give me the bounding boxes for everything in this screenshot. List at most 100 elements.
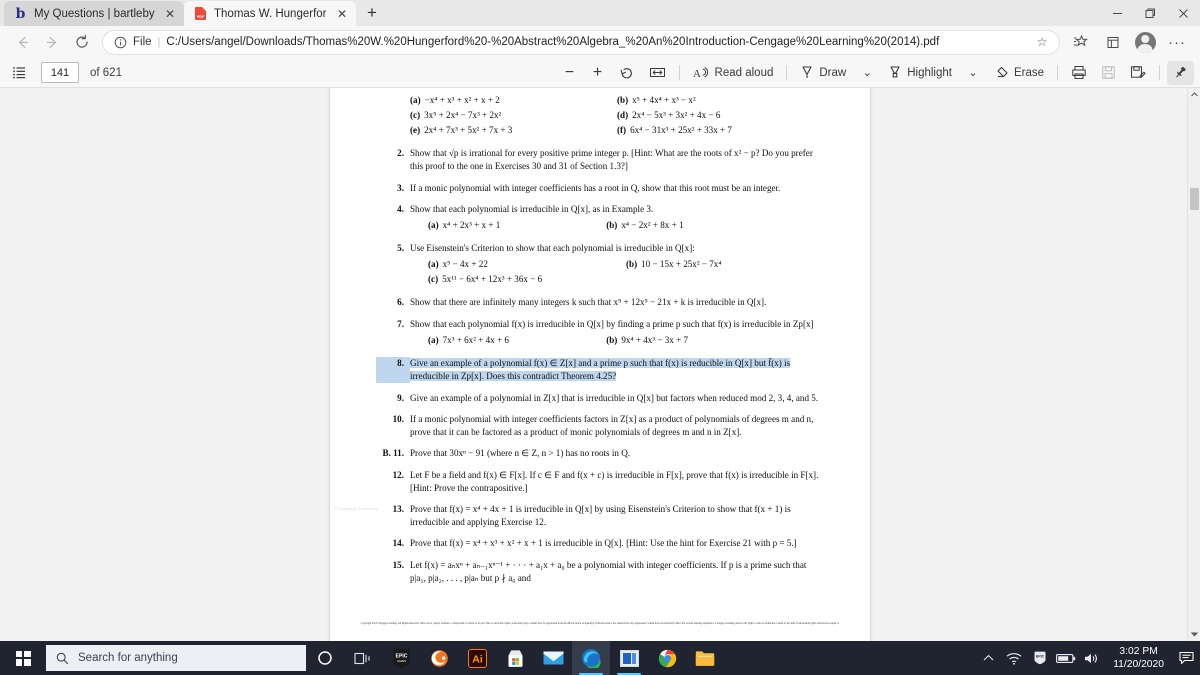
pin-icon[interactable] xyxy=(1167,60,1194,85)
taskbar-search-input[interactable]: Search for anything xyxy=(46,645,306,671)
mail-icon[interactable] xyxy=(534,641,572,675)
exercise-text: Prove that 30xⁿ − 91 (where n ∈ Z, n > 1… xyxy=(410,448,631,459)
pdf-viewer-canvas[interactable]: (a) −x⁴ + x³ + x² + x + 2 (b) x⁵ + 4x⁴ +… xyxy=(0,88,1200,641)
collections-icon[interactable] xyxy=(1098,29,1128,55)
reload-button[interactable] xyxy=(68,29,96,55)
battery-icon[interactable] xyxy=(1053,641,1079,675)
file-explorer-icon[interactable] xyxy=(686,641,724,675)
adobe-illustrator-icon[interactable]: Ai xyxy=(458,641,496,675)
print-icon[interactable] xyxy=(1065,61,1093,85)
browser-tab-bartleby[interactable]: b My Questions | bartleby ✕ xyxy=(4,1,184,26)
exercise-text: If a monic polynomial with integer coeff… xyxy=(410,182,781,193)
url-text[interactable]: C:/Users/angel/Downloads/Thomas%20W.%20H… xyxy=(166,36,1025,48)
exercise-text: Let F be a field and f(x) ∈ F[x]. If c ∈… xyxy=(410,469,819,493)
subpart-text: 2x⁴ + 7x³ + 5x² + 7x + 3 xyxy=(424,124,513,135)
new-tab-button[interactable]: + xyxy=(359,1,385,25)
svg-text:A: A xyxy=(693,68,701,80)
profile-avatar-icon[interactable] xyxy=(1130,29,1160,55)
draw-options-caret-icon[interactable]: ⌄ xyxy=(854,61,880,85)
scrollbar-thumb[interactable] xyxy=(1190,188,1199,210)
forward-button[interactable] xyxy=(38,29,66,55)
save-as-icon[interactable] xyxy=(1124,61,1152,85)
draw-button[interactable]: Draw xyxy=(794,61,852,85)
exercise-item: 14. Prove that f(x) = x⁴ + x³ + x² + x +… xyxy=(376,537,824,550)
action-center-icon[interactable] xyxy=(1172,641,1200,675)
crunchyroll-icon[interactable] xyxy=(420,641,458,675)
subpart-label: (c) xyxy=(410,109,421,120)
scroll-up-arrow-icon[interactable] xyxy=(1188,88,1200,101)
exercise-body: Use Eisenstein's Criterion to show that … xyxy=(410,242,824,288)
exercise-item: 6. Show that there are infinitely many i… xyxy=(376,296,824,309)
favorites-bar-icon[interactable] xyxy=(1066,29,1096,55)
exercise-number: 9. xyxy=(397,392,404,403)
subpart-text: x⁵ + 4x⁴ + x³ − x² xyxy=(632,95,696,105)
exercise-text: Let f(x) = aₙxⁿ + aₙ₋₁xⁿ⁻¹ + · · · + a₁x… xyxy=(410,559,807,583)
browser-tab-strip: b My Questions | bartleby ✕ Thomas W. Hu… xyxy=(0,0,1200,26)
exercise-number: 5. xyxy=(397,243,404,254)
exercise-text-selected[interactable]: Give an example of a polynomial f(x) ∈ Z… xyxy=(410,357,824,383)
exercise-text: Prove that f(x) = x⁴ + x³ + x² + x + 1 i… xyxy=(410,538,797,549)
exercise-item: 2. Show that √p is irrational for every … xyxy=(376,147,824,173)
subpart: (c) 3x⁵ + 2x⁴ − 7x³ + 2x² xyxy=(410,109,617,122)
bartleby-b-icon: b xyxy=(15,5,26,22)
show-hidden-icons-chevron-icon[interactable] xyxy=(975,641,1001,675)
exercise-item: (a) −x⁴ + x³ + x² + x + 2 (b) x⁵ + 4x⁴ +… xyxy=(376,94,824,139)
epic-games-icon[interactable]: EPIC GAMES xyxy=(382,641,420,675)
exercise-item: 4. Show that each polynomial is irreduci… xyxy=(376,203,824,234)
browser-tab-hungerford-pdf[interactable]: Thomas W. Hungerford - Abstrac ✕ xyxy=(184,1,356,26)
close-window-button[interactable] xyxy=(1167,0,1200,26)
subpart-label: (a) xyxy=(428,259,439,270)
subpart: (b) 10 − 15x + 25x² − 7x⁴ xyxy=(626,258,722,271)
exercise-body: (a) −x⁴ + x³ + x² + x + 2 (b) x⁵ + 4x⁴ +… xyxy=(410,94,824,139)
highlight-button[interactable]: Highlight xyxy=(882,61,958,85)
erase-label: Erase xyxy=(1013,66,1044,79)
cortana-icon[interactable] xyxy=(306,641,344,675)
highlight-options-caret-icon[interactable]: ⌄ xyxy=(960,61,986,85)
rotate-icon[interactable] xyxy=(613,61,641,85)
close-icon[interactable]: ✕ xyxy=(334,6,350,22)
page-number-input[interactable]: 141 xyxy=(41,62,79,83)
url-omnibox[interactable]: File | C:/Users/angel/Downloads/Thomas%2… xyxy=(102,29,1060,55)
epic-tray-icon[interactable]: EPIC xyxy=(1027,641,1053,675)
table-of-contents-icon[interactable] xyxy=(6,61,33,85)
exercise-number: 3. xyxy=(397,182,404,193)
exercise-item-highlighted[interactable]: 8. Give an example of a polynomial f(x) … xyxy=(376,357,824,383)
windows-start-icon[interactable] xyxy=(0,641,46,675)
scroll-down-arrow-icon[interactable] xyxy=(1188,628,1200,641)
back-button[interactable] xyxy=(8,29,36,55)
google-chrome-icon[interactable] xyxy=(648,641,686,675)
settings-and-more-button[interactable]: ··· xyxy=(1162,29,1192,55)
url-scheme-label: File xyxy=(133,36,152,48)
exercise-body: Show that each polynomial f(x) is irredu… xyxy=(410,318,824,349)
zoom-out-button[interactable]: − xyxy=(557,61,583,85)
exercise-text: Use Eisenstein's Criterion to show that … xyxy=(410,243,695,254)
pdf-viewer-toolbar: 141 of 621 − + A Read aloud Draw ⌄ Highl… xyxy=(0,58,1200,88)
subpart-row: (a) x⁴ + 2x³ + x + 1 (b) x⁴ − 2x² + 8x +… xyxy=(410,219,824,232)
minimize-button[interactable] xyxy=(1101,0,1134,26)
blue-app-icon[interactable] xyxy=(610,641,648,675)
highlighter-icon xyxy=(888,65,902,80)
exercise-number: 4. xyxy=(397,203,404,214)
subpart-text: 2x⁴ − 5x³ + 3x² + 4x − 6 xyxy=(632,109,721,120)
svg-text:Ai: Ai xyxy=(472,653,483,665)
exercise-number: 6. xyxy=(397,297,404,308)
task-view-icon[interactable] xyxy=(344,641,382,675)
microsoft-edge-icon[interactable] xyxy=(572,641,610,675)
vertical-scrollbar[interactable] xyxy=(1187,88,1200,641)
wifi-icon[interactable] xyxy=(1001,641,1027,675)
maximize-restore-button[interactable] xyxy=(1134,0,1167,26)
exercise-number: 12. xyxy=(392,469,404,480)
subpart-label: (f) xyxy=(617,124,627,135)
erase-button[interactable]: Erase xyxy=(988,61,1050,85)
subpart-label: (d) xyxy=(617,109,629,120)
volume-icon[interactable] xyxy=(1079,641,1105,675)
exercise-number: 14. xyxy=(392,538,404,549)
favorite-star-icon[interactable]: ☆ xyxy=(1031,31,1053,53)
read-aloud-button[interactable]: A Read aloud xyxy=(687,61,780,85)
taskbar-clock[interactable]: 3:02 PM 11/20/2020 xyxy=(1105,645,1172,671)
info-circle-icon[interactable] xyxy=(113,35,127,49)
fit-page-icon[interactable] xyxy=(643,61,672,85)
zoom-in-button[interactable]: + xyxy=(585,61,611,85)
close-icon[interactable]: ✕ xyxy=(162,6,178,22)
microsoft-store-icon[interactable] xyxy=(496,641,534,675)
